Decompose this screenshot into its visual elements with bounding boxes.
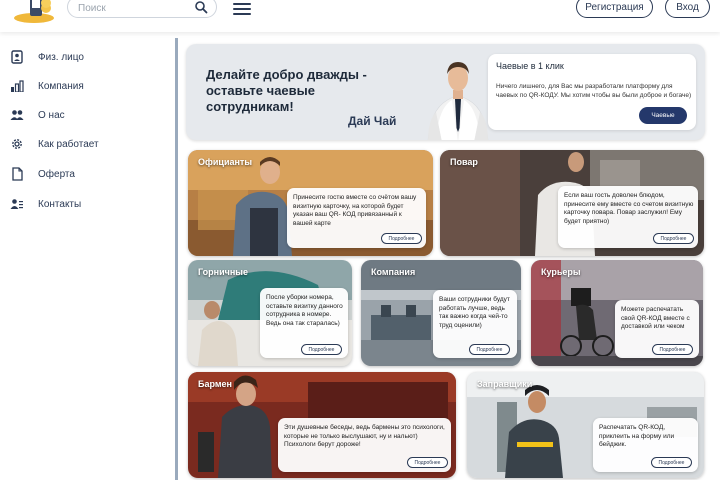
- card-popup: Эти душевные беседы, ведь бармены это пс…: [278, 418, 451, 472]
- card-text: Можете распечатать свой QR-КОД вместе с …: [621, 306, 690, 330]
- contacts-icon: [10, 197, 24, 211]
- logo-icon: [14, 0, 54, 23]
- category-card-cook[interactable]: Повар Если ваш гость доволен блюдом, при…: [440, 150, 704, 256]
- category-card-maids[interactable]: Горничные После уборки номера, оставьте …: [188, 260, 352, 366]
- more-button[interactable]: Подробнее: [469, 344, 510, 355]
- more-button[interactable]: Подробнее: [407, 457, 448, 468]
- hero-brand: Дай Чай: [348, 114, 397, 128]
- menu-icon[interactable]: [233, 0, 253, 16]
- card-text: Принесите гостю вместе со счётом вашу ви…: [293, 194, 417, 227]
- header: Регистрация Вход: [0, 0, 720, 32]
- hero-title: Делайте добро дважды - оставьте чаевые с…: [206, 67, 367, 114]
- card-title: Курьеры: [541, 267, 581, 277]
- businessman-image: [427, 62, 489, 140]
- more-button[interactable]: Подробнее: [301, 344, 342, 355]
- hero-card-title: Чаевые в 1 клик: [496, 61, 564, 71]
- hero-card-text: Ничего лишнего, для Вас мы разработали п…: [496, 83, 692, 99]
- card-title: Бармен: [198, 379, 232, 389]
- gear-icon: [10, 137, 24, 151]
- sidebar-item-label: Как работает: [38, 138, 99, 150]
- card-text: Эти душевные беседы, ведь бармены это пс…: [284, 424, 445, 448]
- sidebar-divider: [175, 38, 178, 480]
- sidebar-item-company[interactable]: Компания: [10, 76, 160, 96]
- person-card-icon: [10, 50, 24, 64]
- more-button[interactable]: Подробнее: [652, 344, 693, 355]
- people-icon: [10, 108, 24, 122]
- sidebar-item-label: Оферта: [38, 168, 75, 180]
- card-popup: Если ваш гость доволен блюдом, принесите…: [558, 186, 698, 248]
- sidebar-item-label: Компания: [38, 80, 84, 92]
- search-icon[interactable]: [194, 0, 208, 14]
- login-button[interactable]: Вход: [665, 0, 710, 18]
- category-card-couriers[interactable]: Курьеры Можете распечатать свой QR-КОД в…: [531, 260, 703, 366]
- more-button[interactable]: Подробнее: [381, 233, 422, 244]
- card-popup: Принесите гостю вместе со счётом вашу ви…: [287, 188, 426, 248]
- sidebar-item-how-it-works[interactable]: Как работает: [10, 134, 160, 154]
- search-input[interactable]: [78, 0, 188, 16]
- card-popup: Ваши сотрудники будут работать лучше, ве…: [433, 290, 517, 358]
- category-card-gas-attendants[interactable]: Заправщики Распечатать QR-КОД, приклеить…: [467, 372, 704, 478]
- card-text: Если ваш гость доволен блюдом, принесите…: [564, 192, 694, 225]
- bar-chart-icon: [10, 79, 24, 93]
- category-card-company[interactable]: Компания Ваши сотрудники будут работать …: [361, 260, 521, 366]
- main-content: Делайте добро дважды - оставьте чаевые с…: [186, 44, 720, 480]
- card-text: Распечатать QR-КОД, приклеить на форму и…: [599, 424, 675, 448]
- card-text: Ваши сотрудники будут работать лучше, ве…: [439, 296, 510, 329]
- hero-banner: Делайте добро дважды - оставьте чаевые с…: [186, 44, 705, 140]
- sidebar-item-individual[interactable]: Физ. лицо: [10, 47, 160, 67]
- card-title: Компания: [371, 267, 416, 277]
- sidebar-item-label: Физ. лицо: [38, 51, 84, 63]
- register-button[interactable]: Регистрация: [576, 0, 653, 18]
- sidebar-item-label: Контакты: [38, 198, 82, 210]
- page: Регистрация Вход Физ. лицо Компания О на…: [0, 0, 720, 480]
- document-icon: [10, 167, 24, 181]
- logo[interactable]: [12, 0, 56, 26]
- hero-info-card: Чаевые в 1 клик Ничего лишнего, для Вас …: [488, 54, 696, 130]
- sidebar-item-contacts[interactable]: Контакты: [10, 194, 160, 214]
- card-popup: Можете распечатать свой QR-КОД вместе с …: [615, 300, 699, 358]
- card-popup: После уборки номера, оставьте визитку да…: [260, 288, 348, 358]
- card-text: После уборки номера, оставьте визитку да…: [266, 294, 343, 327]
- card-title: Повар: [450, 157, 478, 167]
- tips-button[interactable]: Чаевые: [639, 107, 687, 124]
- more-button[interactable]: Подробнее: [653, 233, 694, 244]
- category-card-bartender[interactable]: Бармен Эти душевные беседы, ведь бармены…: [188, 372, 456, 478]
- sidebar-item-label: О нас: [38, 109, 65, 121]
- sidebar: Физ. лицо Компания О нас Как работает Оф…: [0, 32, 178, 480]
- card-title: Официанты: [198, 157, 253, 167]
- card-title: Горничные: [198, 267, 248, 277]
- category-card-waiters[interactable]: Официанты Принесите гостю вместе со счёт…: [188, 150, 433, 256]
- card-title: Заправщики: [477, 379, 533, 389]
- sidebar-item-about[interactable]: О нас: [10, 105, 160, 125]
- search-box: [67, 0, 217, 18]
- more-button[interactable]: Подробнее: [651, 457, 692, 468]
- card-popup: Распечатать QR-КОД, приклеить на форму и…: [593, 418, 698, 472]
- sidebar-item-offer[interactable]: Оферта: [10, 164, 160, 184]
